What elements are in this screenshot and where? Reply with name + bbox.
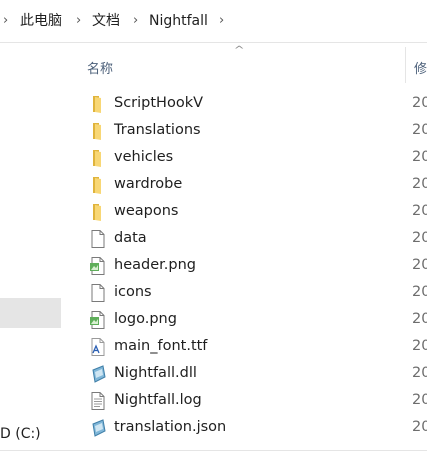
nav-selected-item[interactable] <box>0 298 61 328</box>
file-name: translation.json <box>114 419 227 435</box>
breadcrumb-separator[interactable]: › <box>3 13 8 28</box>
file-date: 20 <box>412 176 427 192</box>
file-name: wardrobe <box>114 176 183 192</box>
file-name: Translations <box>114 122 201 138</box>
file-date: 20 <box>412 311 427 327</box>
file-date: 20 <box>412 203 427 219</box>
blank-file-icon <box>91 284 105 302</box>
file-date: 20 <box>412 365 427 381</box>
file-row-weapons[interactable]: weapons 20 <box>75 198 427 225</box>
breadcrumb-separator[interactable]: › <box>219 13 224 28</box>
file-date: 20 <box>412 284 427 300</box>
breadcrumb-item-nightfall[interactable]: Nightfall <box>149 12 208 30</box>
file-name: logo.png <box>114 311 177 327</box>
file-row-scripthookv[interactable]: ScriptHookV 20 <box>75 90 427 117</box>
file-date: 20 <box>412 257 427 273</box>
file-date: 20 <box>412 149 427 165</box>
file-name: weapons <box>114 203 179 219</box>
file-date: 20 <box>412 338 427 354</box>
file-date: 20 <box>412 95 427 111</box>
image-file-icon <box>90 257 105 275</box>
file-name: ScriptHookV <box>114 95 204 111</box>
breadcrumb: › 此电脑 › 文档 › Nightfall › <box>0 0 427 43</box>
text-file-icon <box>91 392 105 410</box>
file-row-logo-png[interactable]: logo.png 20 <box>75 306 427 333</box>
folder-icon <box>93 150 101 167</box>
file-row-translations[interactable]: Translations 20 <box>75 117 427 144</box>
file-date: 20 <box>412 419 427 435</box>
file-date: 20 <box>412 230 427 246</box>
file-row-main-font-ttf[interactable]: main_font.ttf 20 <box>75 333 427 360</box>
folder-icon <box>93 204 101 221</box>
file-name: icons <box>114 284 152 300</box>
file-row-data[interactable]: data 20 <box>75 225 427 252</box>
breadcrumb-separator[interactable]: › <box>76 13 81 28</box>
file-row-icons[interactable]: icons 20 <box>75 279 427 306</box>
folder-icon <box>93 123 101 140</box>
file-row-header-png[interactable]: header.png 20 <box>75 252 427 279</box>
column-header-name[interactable]: 名称 <box>87 58 113 77</box>
column-header-bar <box>75 43 427 87</box>
file-date: 20 <box>412 122 427 138</box>
file-name: Nightfall.dll <box>114 365 197 381</box>
image-file-icon <box>90 311 105 329</box>
file-row-wardrobe[interactable]: wardrobe 20 <box>75 171 427 198</box>
column-header-date-modified[interactable]: 修 <box>414 58 427 77</box>
folder-icon <box>93 96 101 113</box>
font-file-icon <box>91 338 105 356</box>
blank-file-icon <box>91 230 105 248</box>
file-name: vehicles <box>114 149 174 165</box>
column-divider[interactable] <box>405 47 406 83</box>
sort-ascending-icon: ^ <box>233 45 245 56</box>
breadcrumb-item-this-pc[interactable]: 此电脑 <box>20 12 62 30</box>
divider <box>0 450 427 451</box>
breadcrumb-item-documents[interactable]: 文档 <box>92 12 120 30</box>
file-row-nightfall-log[interactable]: Nightfall.log 20 <box>75 387 427 414</box>
file-date: 20 <box>412 392 427 408</box>
file-row-vehicles[interactable]: vehicles 20 <box>75 144 427 171</box>
navigation-pane <box>0 43 62 453</box>
breadcrumb-separator[interactable]: › <box>133 13 138 28</box>
file-row-translation-json[interactable]: translation.json 20 <box>75 414 427 441</box>
file-name: header.png <box>114 257 196 273</box>
file-row-nightfall-dll[interactable]: Nightfall.dll 20 <box>75 360 427 387</box>
dll-file-icon <box>92 365 106 383</box>
file-name: data <box>114 230 147 246</box>
file-name: main_font.ttf <box>114 338 208 354</box>
json-file-icon <box>92 419 106 437</box>
nav-item-drive-c[interactable]: D (C:) <box>0 425 41 443</box>
folder-icon <box>93 177 101 194</box>
file-name: Nightfall.log <box>114 392 202 408</box>
